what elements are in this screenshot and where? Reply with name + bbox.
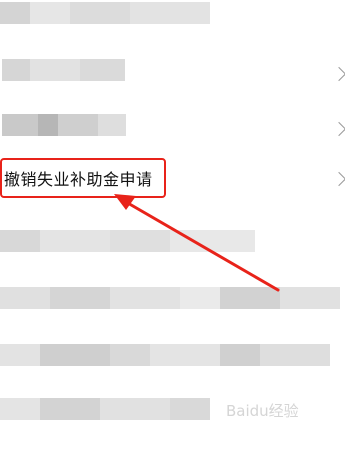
annotation-arrow	[114, 194, 280, 292]
watermark: Baidu经验	[226, 400, 345, 440]
watermark-text: Baidu经验	[226, 402, 299, 420]
screenshot: 撤销失业补助金申请 Baidu经验	[0, 0, 345, 451]
